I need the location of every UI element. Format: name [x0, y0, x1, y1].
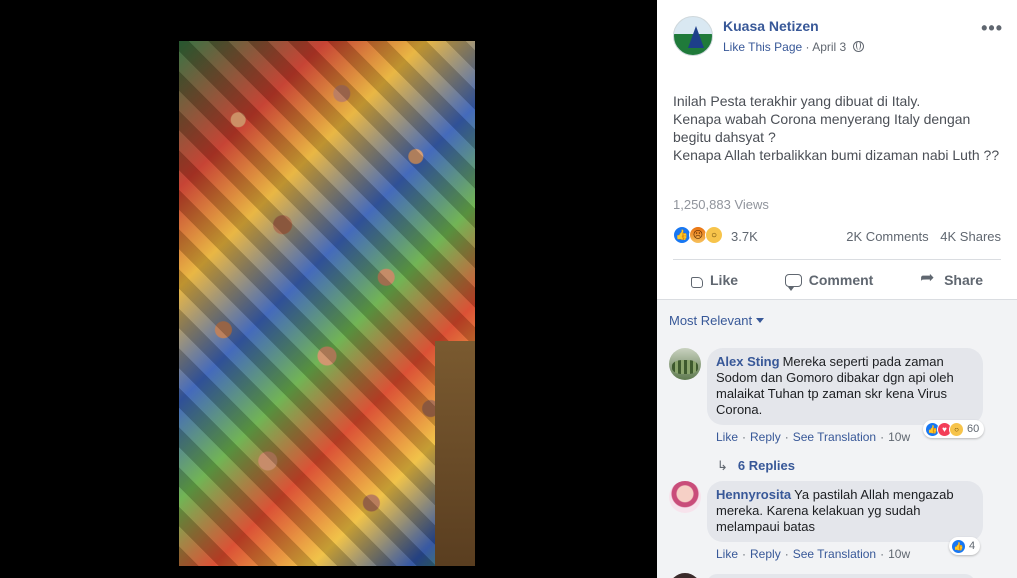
- media-viewer-stage: [0, 0, 657, 578]
- page-name-link[interactable]: Kuasa Netizen: [723, 18, 819, 34]
- reply-arrow-icon: ↳: [717, 458, 728, 473]
- wow-reaction-icon: ○: [949, 421, 964, 437]
- post-text-line: begitu dahsyat ?: [673, 129, 776, 145]
- comment-actions: Like · Reply · See Translation · 10w: [716, 430, 911, 444]
- divider: [673, 259, 1001, 260]
- like-reaction-icon: 👍: [951, 538, 966, 554]
- like-button[interactable]: Like: [673, 262, 756, 298]
- comment-button-label: Comment: [808, 272, 874, 288]
- commenter-avatar[interactable]: [669, 481, 701, 513]
- comment-author-link[interactable]: Alex Sting: [716, 354, 780, 369]
- comment-time[interactable]: 10w: [888, 430, 910, 444]
- comment-bubble: [707, 574, 975, 578]
- see-translation-link[interactable]: See Translation: [793, 430, 876, 444]
- like-page-link[interactable]: Like This Page: [723, 40, 802, 54]
- sort-dropdown-label: Most Relevant: [669, 313, 753, 328]
- post-text-line: Kenapa wabah Corona menyerang Italy deng…: [673, 111, 971, 127]
- comment-like-link[interactable]: Like: [716, 547, 738, 561]
- share-arrow-icon: [920, 268, 937, 288]
- sort-dropdown[interactable]: Most Relevant: [669, 313, 765, 328]
- comment-sort-bar: Most Relevant: [657, 299, 1017, 339]
- comments-count-link[interactable]: 2K Comments: [846, 229, 928, 244]
- video-crowd-overlay: [179, 41, 475, 566]
- see-translation-link[interactable]: See Translation: [793, 547, 876, 561]
- view-replies-link[interactable]: ↳ 6 Replies: [717, 458, 795, 474]
- post-video[interactable]: [179, 41, 475, 566]
- comment-reply-link[interactable]: Reply: [750, 547, 781, 561]
- comment-time[interactable]: 10w: [888, 547, 910, 561]
- post-side-panel: Kuasa Netizen Like This Page · April 3 •…: [657, 0, 1017, 578]
- post-action-bar: Like Comment Share: [673, 262, 1001, 298]
- comment-reactions[interactable]: 👍 4: [949, 537, 981, 555]
- post-text: Inilah Pesta terakhir yang dibuat di Ita…: [673, 92, 1003, 164]
- post-text-line: Kenapa Allah terbalikkan bumi dizaman na…: [673, 147, 1000, 163]
- view-count: 1,250,883 Views: [673, 197, 769, 212]
- comment-reaction-count: 4: [969, 540, 976, 552]
- comment-bubble-icon: [784, 273, 802, 291]
- subtitle-separator: ·: [805, 40, 810, 54]
- post-date[interactable]: April 3: [812, 40, 846, 54]
- replies-count-label: 6 Replies: [737, 458, 795, 473]
- globe-icon: [852, 41, 864, 52]
- comment-actions: Like · Reply · See Translation · 10w: [716, 547, 911, 561]
- page-avatar[interactable]: [673, 16, 713, 56]
- comment-reactions[interactable]: 👍 ♥ ○ 60: [923, 420, 985, 438]
- comment-bubble: Hennyrosita Ya pastilah Allah mengazab me…: [707, 481, 983, 542]
- commenter-avatar[interactable]: [669, 348, 701, 380]
- post-stats: 👍 ☹ ○ 3.7K 2K Comments 4K Shares: [673, 226, 1001, 248]
- video-floor-area: [435, 341, 475, 566]
- engagement-counts: 2K Comments 4K Shares: [846, 229, 1001, 244]
- reaction-count[interactable]: 3.7K: [731, 229, 758, 244]
- shares-count-link[interactable]: 4K Shares: [940, 229, 1001, 244]
- like-button-label: Like: [710, 272, 739, 288]
- share-button-label: Share: [944, 272, 983, 288]
- comment-bubble: Alex Sting Mereka seperti pada zaman Sodo…: [707, 348, 983, 425]
- comment-button[interactable]: Comment: [767, 262, 892, 298]
- share-button[interactable]: Share: [902, 262, 1001, 298]
- thumbs-up-icon: [691, 276, 703, 288]
- more-options-icon[interactable]: •••: [981, 18, 1003, 39]
- comment-reply-link[interactable]: Reply: [750, 430, 781, 444]
- comment-author-link[interactable]: Hennyrosita: [716, 487, 791, 502]
- post-text-line: Inilah Pesta terakhir yang dibuat di Ita…: [673, 93, 921, 109]
- wow-reaction-icon: ○: [705, 226, 723, 244]
- caret-down-icon: [756, 318, 765, 323]
- comment-like-link[interactable]: Like: [716, 430, 738, 444]
- comment-reaction-count: 60: [967, 423, 980, 435]
- post-header: Kuasa Netizen Like This Page · April 3 •…: [673, 16, 1003, 60]
- post-subtitle: Like This Page · April 3: [723, 40, 864, 54]
